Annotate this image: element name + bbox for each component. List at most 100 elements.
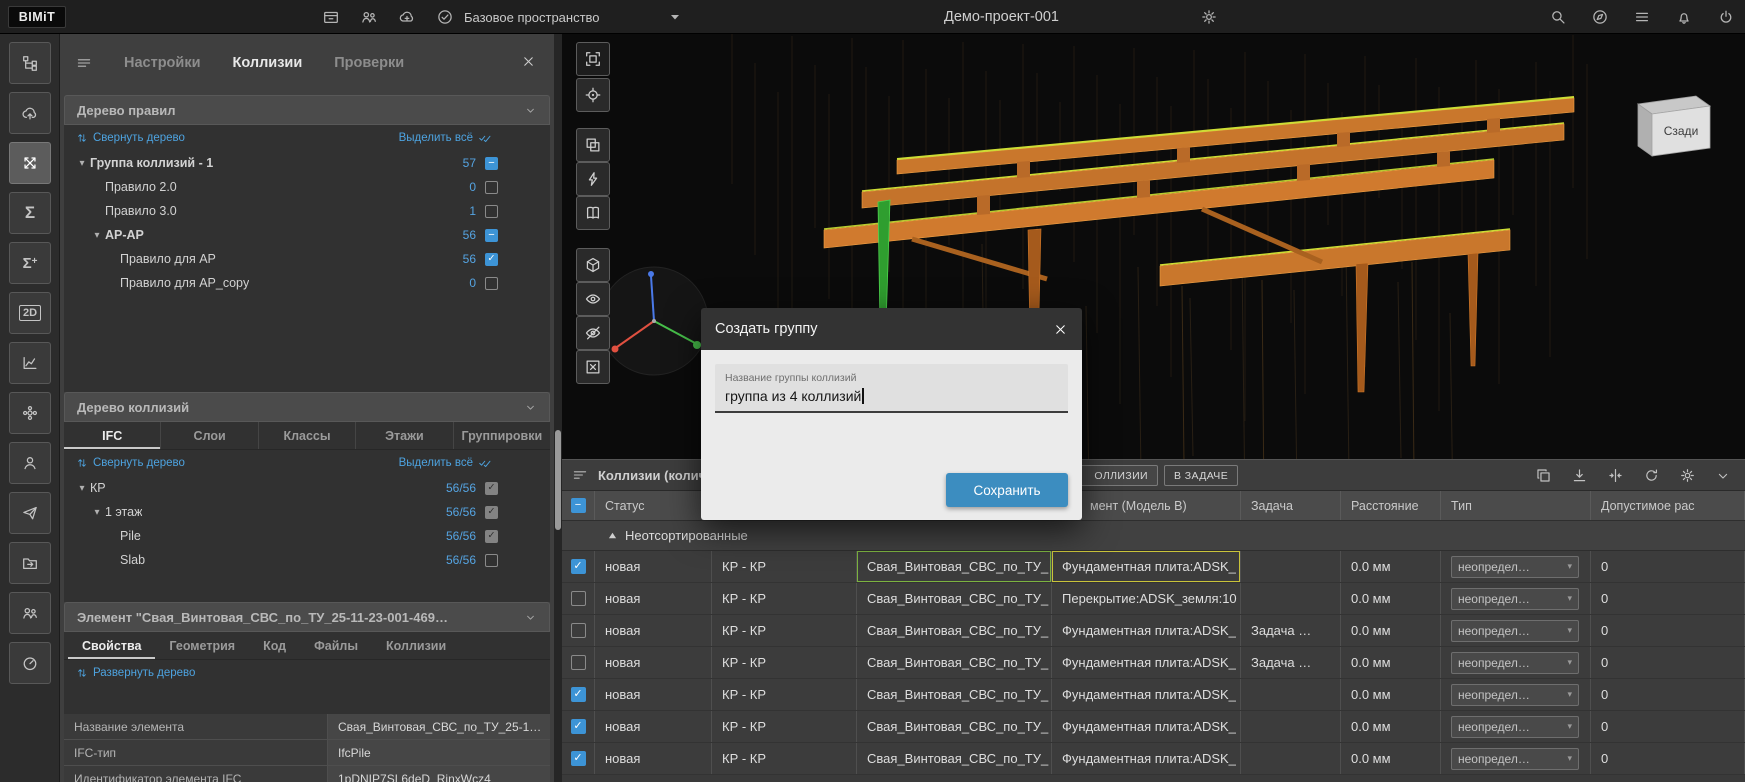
copy-button[interactable] <box>1535 467 1552 484</box>
close-icon[interactable] <box>1053 322 1068 337</box>
team-button[interactable] <box>356 4 382 30</box>
model-tree-tool-button[interactable] <box>9 42 51 84</box>
type-dropdown[interactable]: неопредел…▾ <box>1451 748 1579 770</box>
tab-Слои[interactable]: Слои <box>161 422 258 449</box>
caret-down-icon[interactable]: ▾ <box>89 507 105 518</box>
collision-row[interactable]: новаяКР - КРСвая_Винтовая_СВС_по_ТУ_Пере… <box>562 583 1745 615</box>
caret-down-icon[interactable]: ▾ <box>74 158 90 169</box>
flash-tool-button[interactable] <box>576 162 610 196</box>
tree-item-checkbox[interactable] <box>485 205 498 218</box>
collision-row[interactable]: новаяКР - КРСвая_Винтовая_СВС_по_ТУ_Фунд… <box>562 647 1745 679</box>
tree-item-checkbox[interactable]: − <box>485 229 498 242</box>
tree-item-checkbox[interactable]: ✓ <box>485 482 498 495</box>
focus-tool-button[interactable] <box>576 42 610 76</box>
tree-item-checkbox[interactable] <box>485 181 498 194</box>
tree-item[interactable]: Slab56/56 <box>64 548 550 572</box>
type-dropdown[interactable]: неопредел…▾ <box>1451 620 1579 642</box>
tab-Коллизии[interactable]: Коллизии <box>372 632 460 659</box>
users-tool-button[interactable] <box>9 592 51 634</box>
collision-row[interactable]: ✓новаяКР - КРСвая_Винтовая_СВС_по_ТУ_Фун… <box>562 711 1745 743</box>
nav-cube[interactable]: Сзади <box>1638 96 1710 156</box>
project-settings-button[interactable] <box>1196 4 1222 30</box>
collision-row[interactable]: ✓новаяКР - КРСвая_Винтовая_СВС_по_ТУ_Фун… <box>562 679 1745 711</box>
tree-item[interactable]: Правило 2.00 <box>64 175 550 199</box>
collision-row[interactable]: ✓новаяКР - КРСвая_Винтовая_СВС_по_ТУ_Фун… <box>562 551 1745 583</box>
sections-tool-button[interactable] <box>576 196 610 230</box>
tree-item[interactable]: Правило для АР56✓ <box>64 247 550 271</box>
tab-Код[interactable]: Код <box>249 632 300 659</box>
grid-menu-icon[interactable] <box>572 467 588 483</box>
collapse-tree-link[interactable]: Свернуть дерево <box>76 457 185 469</box>
group-name-field[interactable]: Название группы коллизий группа из 4 кол… <box>715 364 1068 413</box>
row-checkbox[interactable] <box>571 623 586 638</box>
layers-tool-button[interactable] <box>576 128 610 162</box>
user-tool-button[interactable] <box>9 442 51 484</box>
eye-tool-button[interactable] <box>576 282 610 316</box>
in-task-filter-button[interactable]: В ЗАДАЧЕ <box>1164 465 1238 486</box>
tree-item[interactable]: ▾Группа коллизий - 157− <box>64 151 550 175</box>
tab-IFC[interactable]: IFC <box>64 422 161 449</box>
row-checkbox[interactable]: ✓ <box>571 687 586 702</box>
send-tool-button[interactable] <box>9 492 51 534</box>
row-checkbox[interactable] <box>571 655 586 670</box>
compass-button[interactable] <box>1587 4 1613 30</box>
element-header[interactable]: Элемент "Свая_Винтовая_СВС_по_ТУ_25-11-2… <box>64 602 550 632</box>
fit-columns-button[interactable] <box>1607 467 1624 484</box>
select-all-link[interactable]: Выделить всё <box>399 131 540 145</box>
axis-gizmo[interactable] <box>600 267 708 375</box>
chevron-down-button[interactable] <box>1715 468 1731 484</box>
collapse-tree-link[interactable]: Свернуть дерево <box>76 132 185 144</box>
tree-item-checkbox[interactable]: ✓ <box>485 530 498 543</box>
sum-plus-tool-button[interactable]: Σ+ <box>9 242 51 284</box>
row-checkbox[interactable] <box>571 591 586 606</box>
list-button[interactable] <box>1629 4 1655 30</box>
scrollbar-thumb[interactable] <box>555 430 561 530</box>
caret-down-icon[interactable]: ▾ <box>74 483 90 494</box>
tab-Проверки[interactable]: Проверки <box>334 55 404 71</box>
tree-item[interactable]: ▾1 этаж56/56✓ <box>64 500 550 524</box>
caret-down-icon[interactable]: ▾ <box>89 230 105 241</box>
archive-button[interactable] <box>318 4 344 30</box>
type-dropdown[interactable]: неопредел…▾ <box>1451 684 1579 706</box>
collision-tool-button[interactable] <box>9 142 51 184</box>
tab-Геометрия[interactable]: Геометрия <box>155 632 249 659</box>
select-all-checkbox[interactable]: − <box>571 498 586 513</box>
bell-button[interactable] <box>1671 4 1697 30</box>
check-circle-button[interactable] <box>432 4 458 30</box>
type-dropdown[interactable]: неопредел…▾ <box>1451 556 1579 578</box>
plugins-tool-button[interactable] <box>9 392 51 434</box>
type-dropdown[interactable]: неопредел…▾ <box>1451 652 1579 674</box>
eye-off-tool-button[interactable] <box>576 316 610 350</box>
tree-item-checkbox[interactable] <box>485 554 498 567</box>
tree-item[interactable]: Правило для АР_copy0 <box>64 271 550 295</box>
chart-tool-button[interactable] <box>9 342 51 384</box>
tree-item[interactable]: ▾АР-АР56− <box>64 223 550 247</box>
group-row[interactable]: Неотсортированные <box>562 521 1745 551</box>
tab-Группировки[interactable]: Группировки <box>454 422 550 449</box>
row-checkbox[interactable]: ✓ <box>571 559 586 574</box>
panel-menu-icon[interactable] <box>76 55 92 71</box>
tree-item-checkbox[interactable]: − <box>485 157 498 170</box>
cloud-add-button[interactable] <box>394 4 420 30</box>
close-box-tool-button[interactable] <box>576 350 610 384</box>
collision-row[interactable]: новаяКР - КРСвая_Винтовая_СВС_по_ТУ_Фунд… <box>562 615 1745 647</box>
download-button[interactable] <box>1571 467 1588 484</box>
type-dropdown[interactable]: неопредел…▾ <box>1451 716 1579 738</box>
cloud-upload-tool-button[interactable] <box>9 92 51 134</box>
row-checkbox[interactable]: ✓ <box>571 751 586 766</box>
tab-Этажи[interactable]: Этажи <box>356 422 453 449</box>
export-folder-tool-button[interactable] <box>9 542 51 584</box>
type-dropdown[interactable]: неопредел…▾ <box>1451 588 1579 610</box>
tree-item-checkbox[interactable] <box>485 277 498 290</box>
workspace-selector[interactable]: Базовое пространство <box>464 0 680 34</box>
tab-Свойства[interactable]: Свойства <box>68 632 155 659</box>
tree-item-checkbox[interactable]: ✓ <box>485 253 498 266</box>
tab-Классы[interactable]: Классы <box>259 422 356 449</box>
target-tool-button[interactable] <box>576 78 610 112</box>
tab-Настройки[interactable]: Настройки <box>124 55 201 71</box>
settings-button[interactable] <box>1679 467 1696 484</box>
tree-item-checkbox[interactable]: ✓ <box>485 506 498 519</box>
gauge-tool-button[interactable] <box>9 642 51 684</box>
tab-Коллизии[interactable]: Коллизии <box>233 55 303 71</box>
select-all-link[interactable]: Выделить всё <box>399 456 540 470</box>
